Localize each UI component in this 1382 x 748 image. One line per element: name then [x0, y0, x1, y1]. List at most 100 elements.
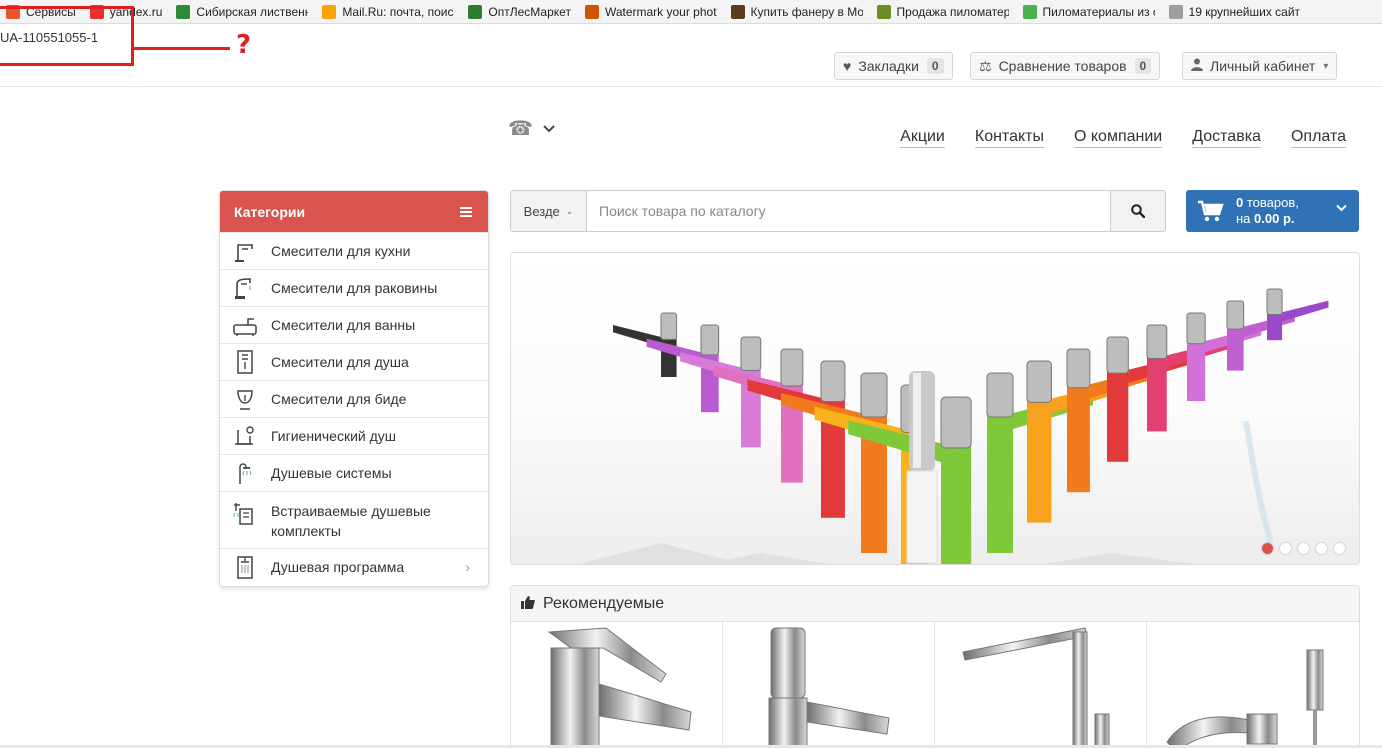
bookmark-label: Пиломатериалы из с: [1042, 4, 1155, 19]
product-image: [962, 627, 1110, 748]
categories-header[interactable]: Категории: [220, 191, 488, 232]
thumbs-up-icon: [521, 595, 535, 612]
nav-link-promotions[interactable]: Акции: [900, 128, 945, 148]
category-label: Смесители для биде: [271, 391, 407, 407]
bookmark-label: Купить фанеру в Мо: [750, 4, 863, 19]
product-card[interactable]: [935, 622, 1147, 748]
bookmark-item[interactable]: Пиломатериалы из с: [1022, 4, 1155, 19]
compare-button[interactable]: ⚖ Сравнение товаров 0: [970, 52, 1161, 80]
slide-dot-4[interactable]: [1316, 543, 1327, 554]
bookmark-favicon-icon: [876, 4, 891, 19]
sink-faucet-icon: [232, 276, 258, 300]
bookmark-item[interactable]: ОптЛесМаркет: [468, 4, 571, 19]
search-scope-label: Везде: [523, 203, 560, 219]
bookmark-favicon-icon: [584, 4, 599, 19]
bookmark-favicon-icon: [1022, 4, 1037, 19]
bookmark-label: Watermark your phot: [604, 4, 717, 19]
product-image: [1166, 649, 1324, 748]
search-scope-dropdown[interactable]: Везде ⌄: [511, 191, 587, 231]
product-image: [768, 627, 890, 748]
category-item[interactable]: Смесители для ванны: [220, 306, 488, 343]
search-input[interactable]: [587, 191, 1110, 231]
built-in-shower-icon: [232, 501, 258, 525]
kitchen-faucet-icon: [232, 239, 258, 263]
heart-icon: ♥: [843, 58, 852, 74]
shower-system-icon: [232, 461, 258, 485]
phone-icon: ☎: [508, 118, 533, 140]
product-image: [547, 627, 692, 748]
compare-count: 0: [1134, 58, 1152, 74]
main-nav: Акции Контакты О компании Доставка Оплат…: [870, 128, 1346, 148]
category-item[interactable]: Смесители для душа: [220, 343, 488, 380]
bookmark-item[interactable]: Watermark your phot: [584, 4, 717, 19]
nav-link-about[interactable]: О компании: [1073, 128, 1163, 148]
category-item[interactable]: Смесители для раковины: [220, 269, 488, 306]
annotation-box: [0, 6, 134, 66]
product-card[interactable]: [723, 622, 935, 748]
search-button[interactable]: [1110, 191, 1165, 231]
account-label: Личный кабинет: [1210, 58, 1316, 74]
cart-icon: [1198, 200, 1224, 222]
chevron-down-icon: [1336, 203, 1347, 215]
search-bar: Везде ⌄: [510, 190, 1166, 232]
recommended-title: Рекомендуемые: [543, 594, 665, 612]
slide-dot-3[interactable]: [1298, 543, 1309, 554]
shower-program-icon: [232, 555, 258, 579]
bookmark-item[interactable]: Купить фанеру в Мо: [730, 4, 863, 19]
wishlist-count: 0: [926, 58, 944, 74]
category-label: Смесители для кухни: [271, 243, 411, 259]
chevron-right-icon: ›: [465, 559, 470, 575]
bookmark-favicon-icon: [322, 4, 337, 19]
category-item[interactable]: Смесители для кухни: [220, 232, 488, 269]
category-label: Смесители для раковины: [271, 280, 438, 296]
bookmark-favicon-icon: [1168, 4, 1183, 19]
cart-count-text: товаров,: [1243, 195, 1299, 210]
bookmark-favicon-icon: [468, 4, 483, 19]
category-label: Душевые системы: [271, 465, 392, 481]
slide-dot-1[interactable]: [1262, 543, 1273, 554]
menu-icon: [460, 206, 472, 217]
slide-dot-5[interactable]: [1334, 543, 1345, 554]
nav-link-delivery[interactable]: Доставка: [1192, 128, 1261, 148]
category-label: Гигиенический душ: [271, 428, 397, 444]
chevron-down-icon: ▾: [1323, 60, 1329, 72]
cart-sum: 0.00 р.: [1254, 211, 1295, 226]
bookmark-item[interactable]: Mail.Ru: почта, поиск: [322, 4, 454, 19]
product-card[interactable]: [511, 622, 723, 748]
account-button[interactable]: Личный кабинет ▾: [1182, 52, 1338, 80]
category-label: Смесители для ванны: [271, 317, 416, 333]
cart-summary: 0 товаров, на 0.00 р.: [1236, 195, 1299, 227]
category-label: Смесители для душа: [271, 354, 409, 370]
slideshow-dots: [1255, 543, 1345, 554]
slide-dot-2[interactable]: [1280, 543, 1291, 554]
category-item[interactable]: Гигиенический душ: [220, 417, 488, 454]
category-item[interactable]: Душевые системы: [220, 454, 488, 491]
wishlist-label: Закладки: [858, 58, 919, 74]
user-icon: [1191, 58, 1203, 74]
category-item[interactable]: Смесители для биде: [220, 380, 488, 417]
bath-faucet-icon: [232, 313, 258, 337]
category-item[interactable]: Душевая программа ›: [220, 548, 488, 585]
chevron-down-icon: [543, 122, 555, 136]
hygienic-shower-icon: [232, 424, 258, 448]
compare-label: Сравнение товаров: [998, 58, 1127, 74]
bookmarks-bar: Сервисы yandex.ru Сибирская лиственн Mail.R…: [0, 0, 1382, 24]
phone-dropdown[interactable]: ☎: [508, 116, 555, 141]
product-card[interactable]: [1147, 622, 1359, 748]
categories-title: Категории: [234, 203, 306, 220]
categories-menu: Категории Смесители для кухни Смесители д…: [219, 190, 489, 587]
nav-link-contacts[interactable]: Контакты: [974, 128, 1044, 148]
bookmark-item[interactable]: Продажа пиломатер: [876, 4, 1009, 19]
category-item[interactable]: Встраиваемые душевые комплекты: [220, 491, 488, 548]
bookmark-item[interactable]: Сибирская лиственн: [176, 4, 308, 19]
wishlist-button[interactable]: ♥ Закладки 0: [834, 52, 953, 80]
category-label: Встраиваемые душевые комплекты: [271, 503, 431, 539]
chevron-down-icon: ⌄: [565, 205, 574, 216]
scales-icon: ⚖: [979, 57, 992, 74]
cart-button[interactable]: 0 товаров, на 0.00 р.: [1186, 190, 1359, 232]
bookmark-label: 19 крупнейших сайт: [1188, 4, 1301, 19]
bookmark-item[interactable]: 19 крупнейших сайт: [1168, 4, 1301, 19]
category-label: Душевая программа: [271, 559, 405, 575]
nav-link-payment[interactable]: Оплата: [1290, 128, 1346, 148]
banner-slideshow[interactable]: [510, 252, 1360, 565]
